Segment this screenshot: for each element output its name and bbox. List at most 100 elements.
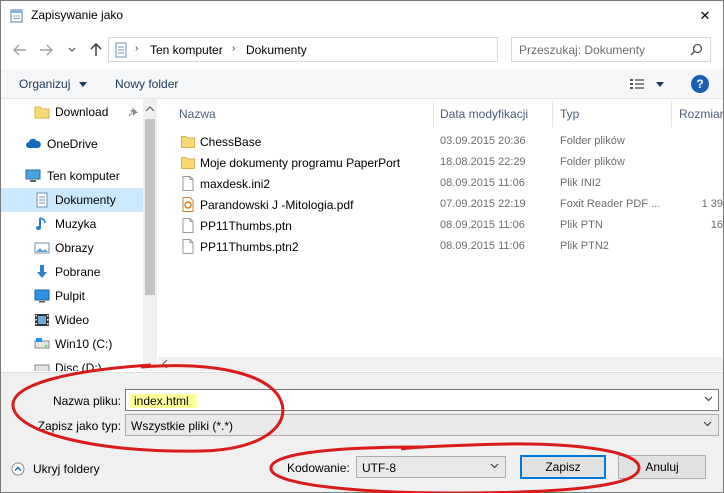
help-button[interactable]: ? xyxy=(691,75,709,93)
view-options-button[interactable] xyxy=(629,77,665,94)
pdf-icon xyxy=(182,197,194,212)
folder-icon xyxy=(181,136,195,148)
encoding-value: UTF-8 xyxy=(362,461,396,475)
close-button[interactable]: ✕ xyxy=(693,5,717,27)
file-name: maxdesk.ini2 xyxy=(200,177,271,191)
breadcrumb-dokumenty[interactable]: Dokumenty xyxy=(246,43,307,57)
nav-item-label: Pobrane xyxy=(55,265,101,279)
column-divider[interactable] xyxy=(671,101,672,127)
file-date: 08.09.2015 11:06 xyxy=(440,240,525,252)
chevron-down-icon xyxy=(703,421,712,427)
arrow-up-icon xyxy=(90,43,102,56)
navigation-pane: Download OneDrive Ten komputer Dokumenty… xyxy=(1,99,157,371)
arrow-left-icon xyxy=(13,44,26,56)
file-icon xyxy=(182,176,194,191)
column-header-type[interactable]: Typ xyxy=(560,107,579,121)
nav-item-onedrive[interactable]: OneDrive xyxy=(1,132,143,156)
filename-input[interactable]: index.html xyxy=(125,389,719,411)
column-divider[interactable] xyxy=(433,101,434,127)
nav-item-label: Win10 (C:) xyxy=(55,337,113,351)
drive-icon xyxy=(34,364,50,371)
file-list-hscrollbar[interactable] xyxy=(158,357,723,371)
encoding-label: Kodowanie: xyxy=(287,461,350,475)
nav-item-label: Disc (D:) xyxy=(55,361,102,371)
file-name: PP11Thumbs.ptn xyxy=(200,219,292,233)
nav-item-pobrane[interactable]: Pobrane xyxy=(1,260,143,284)
drive-icon xyxy=(34,338,50,349)
column-divider[interactable] xyxy=(552,101,553,127)
forward-button[interactable] xyxy=(37,41,55,59)
chevron-right-icon[interactable]: › xyxy=(135,43,138,54)
pictures-icon xyxy=(34,242,50,254)
file-date: 18.08.2015 22:29 xyxy=(440,156,526,168)
file-row[interactable]: PP11Thumbs.ptn 08.09.2015 11:06 Plik PTN… xyxy=(178,215,723,236)
cloud-icon xyxy=(26,138,41,148)
file-row[interactable]: Parandowski J -Mitologia.pdf 07.09.2015 … xyxy=(178,194,723,215)
chevron-right-icon[interactable]: › xyxy=(232,43,235,54)
chevron-down-icon[interactable] xyxy=(704,396,713,402)
file-type: Folder plików xyxy=(560,156,625,168)
encoding-select[interactable]: UTF-8 xyxy=(356,456,506,478)
nav-item-muzyka[interactable]: Muzyka xyxy=(1,212,143,236)
scroll-up-icon xyxy=(145,106,155,112)
address-bar[interactable]: › Ten komputer › Dokumenty xyxy=(108,37,599,62)
nav-item-wideo[interactable]: Wideo xyxy=(1,308,143,332)
navigation-scrollbar[interactable] xyxy=(143,99,157,371)
chevron-down-icon xyxy=(490,463,499,469)
documents-icon xyxy=(36,192,48,208)
notepad-icon xyxy=(10,9,23,23)
documents-icon xyxy=(115,42,127,58)
file-row[interactable]: Moje dokumenty programu PaperPort 18.08.… xyxy=(178,152,723,173)
organize-button[interactable]: Organizuj xyxy=(19,77,87,91)
save-options-panel: Nazwa pliku: index.html Zapisz jako typ:… xyxy=(1,372,723,492)
nav-item-label: OneDrive xyxy=(47,137,98,151)
nav-item-pulpit[interactable]: Pulpit xyxy=(1,284,143,308)
filetype-select[interactable]: Wszystkie pliki (*.*) xyxy=(125,414,719,436)
file-type: Plik INI2 xyxy=(560,177,601,189)
scroll-left-icon xyxy=(162,359,168,369)
column-header-size[interactable]: Rozmiar xyxy=(679,107,723,121)
recent-locations-button[interactable] xyxy=(63,41,81,59)
file-row[interactable]: ChessBase 03.09.2015 20:36 Folder plików xyxy=(178,131,723,152)
nav-item-label: Obrazy xyxy=(55,241,94,255)
back-button[interactable] xyxy=(11,41,29,59)
column-header-date[interactable]: Data modyfikacji xyxy=(440,107,528,121)
details-view-icon xyxy=(630,79,644,89)
video-icon xyxy=(35,314,49,326)
desktop-icon xyxy=(34,289,50,303)
pin-icon[interactable] xyxy=(128,106,139,117)
nav-item-obrazy[interactable]: Obrazy xyxy=(1,236,143,260)
up-button[interactable] xyxy=(87,41,105,59)
nav-item-ten-komputer[interactable]: Ten komputer xyxy=(1,164,143,188)
nav-item-dokumenty[interactable]: Dokumenty xyxy=(1,188,143,212)
search-icon xyxy=(690,43,703,56)
address-row: › Ten komputer › Dokumenty Przeszukaj: D… xyxy=(1,35,723,65)
column-header-name[interactable]: Nazwa xyxy=(179,107,216,121)
file-size: 16 xyxy=(710,219,723,231)
arrow-right-icon xyxy=(40,44,53,56)
nav-item-label: Pulpit xyxy=(55,289,86,303)
file-icon xyxy=(182,218,194,233)
file-size: 1 39 xyxy=(701,198,723,210)
new-folder-button[interactable]: Nowy folder xyxy=(115,77,178,91)
breadcrumb-ten-komputer[interactable]: Ten komputer xyxy=(150,43,223,57)
nav-item-disc-d[interactable]: Disc (D:) xyxy=(1,356,143,371)
filename-label: Nazwa pliku: xyxy=(52,394,121,408)
cancel-button[interactable]: Anuluj xyxy=(618,455,706,479)
nav-item-label: Dokumenty xyxy=(55,193,116,207)
file-type: Foxit Reader PDF ... xyxy=(560,198,661,210)
file-type: Plik PTN2 xyxy=(560,240,609,252)
file-date: 08.09.2015 11:06 xyxy=(440,219,525,231)
file-row[interactable]: PP11Thumbs.ptn2 08.09.2015 11:06 Plik PT… xyxy=(178,236,723,257)
save-button[interactable]: Zapisz xyxy=(520,455,606,479)
nav-item-download[interactable]: Download xyxy=(1,100,143,124)
file-row[interactable]: maxdesk.ini2 08.09.2015 11:06 Plik INI2 xyxy=(178,173,723,194)
search-input[interactable]: Przeszukaj: Dokumenty xyxy=(511,37,711,62)
window-title: Zapisywanie jako xyxy=(31,8,124,22)
file-name: Parandowski J -Mitologia.pdf xyxy=(200,198,354,212)
nav-item-win10-c[interactable]: Win10 (C:) xyxy=(1,332,143,356)
title-bar: Zapisywanie jako ✕ xyxy=(1,1,723,31)
file-list: Nazwa Data modyfikacji Typ Rozmiar Chess… xyxy=(158,99,723,357)
hide-folders-button[interactable]: Ukryj foldery xyxy=(11,462,100,476)
scrollbar-thumb[interactable] xyxy=(145,119,155,295)
